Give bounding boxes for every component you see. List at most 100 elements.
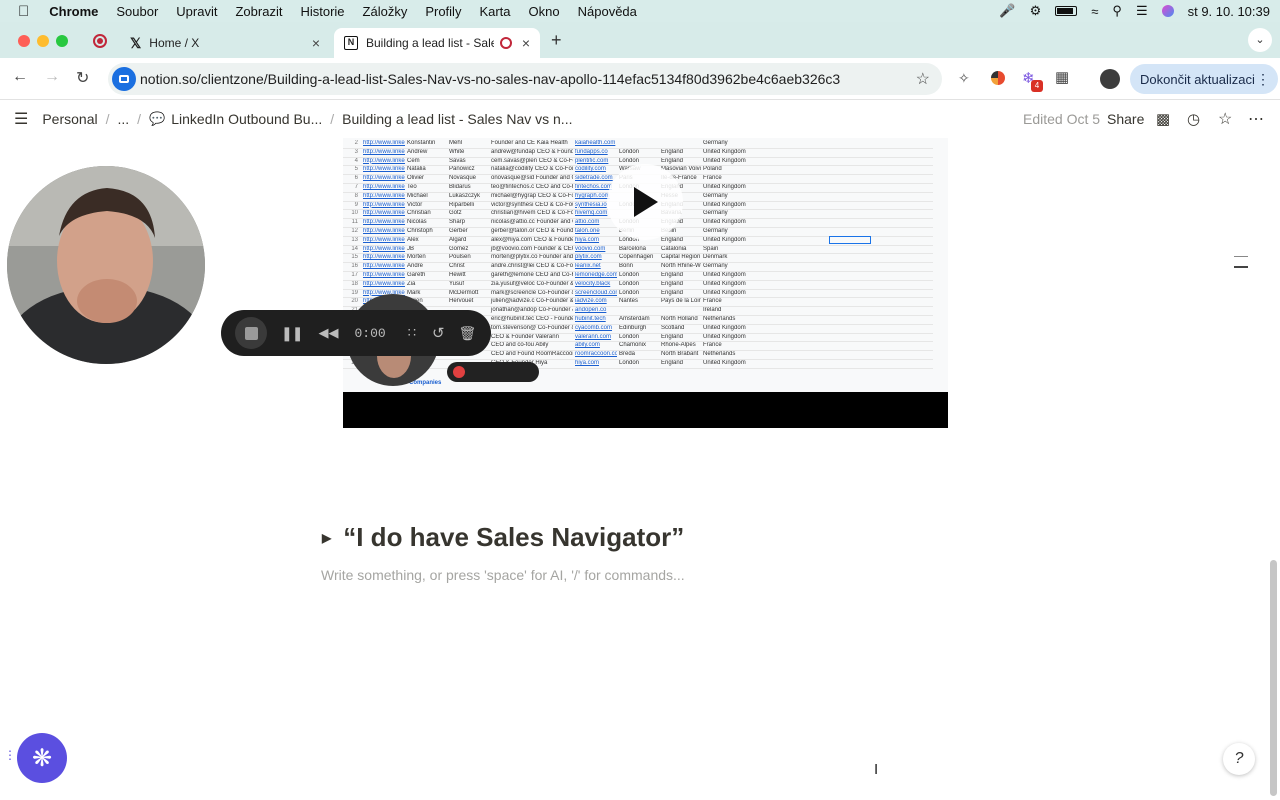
sidebar-menu-icon[interactable]: ☰ <box>14 109 28 129</box>
drag-handle-icon[interactable]: ∷ <box>408 325 416 341</box>
sheet-cell: Konstantin <box>407 140 436 146</box>
scrollbar[interactable] <box>1270 560 1277 796</box>
sheet-row: 16 http://www.linkec Andre Christ andre.chri… <box>343 263 933 272</box>
menu-soubor[interactable]: Soubor <box>116 4 158 19</box>
menu-historie[interactable]: Historie <box>300 4 344 19</box>
close-window-button[interactable] <box>18 35 30 47</box>
siri-icon[interactable] <box>1161 5 1174 17</box>
sheet-cell: velocity.black <box>575 280 611 287</box>
webcam-bubble[interactable] <box>7 166 205 364</box>
sheet-cell: England <box>661 236 684 243</box>
more-options-icon[interactable]: ⋯ <box>1248 109 1264 129</box>
sheet-row: 14 http://www.linkec JB Gomez jb@voovio.com … <box>343 246 933 255</box>
breadcrumb-separator: / <box>105 111 110 127</box>
help-button[interactable]: ? <box>1223 743 1255 775</box>
sheet-cell: http://www.linkec <box>363 236 405 243</box>
sheet-cell: London <box>619 148 640 155</box>
share-button[interactable]: Share <box>1107 111 1144 127</box>
edited-timestamp: Edited Oct 5 <box>1023 111 1101 127</box>
favorite-star-icon[interactable]: ☆ <box>1218 109 1232 129</box>
restart-icon[interactable]: ↺ <box>432 324 445 342</box>
sheet-cell: 19 <box>351 289 358 296</box>
sheet-cell: http://www.linkec <box>363 245 405 252</box>
sheet-cell: United Kingdom <box>703 324 746 331</box>
tab-title: Building a lead list - Sales <box>366 36 494 50</box>
reload-icon[interactable]: ↻ <box>76 68 89 88</box>
bookmark-star-icon[interactable]: ☆ <box>916 69 930 89</box>
menu-karta[interactable]: Karta <box>479 4 510 19</box>
sheet-cell: London <box>619 333 640 340</box>
sheet-cell: Gomez <box>449 245 469 252</box>
sheet-row: 19 http://www.linkec Mark McDermott mark@scr… <box>343 290 933 299</box>
sheet-cell: Savas <box>449 157 466 164</box>
control-center-icon[interactable]: ☰ <box>1136 3 1148 19</box>
new-tab-button[interactable]: + <box>551 30 562 51</box>
sheet-cell: 2 <box>354 140 358 146</box>
microphone-icon[interactable]: 🎤 <box>999 3 1015 19</box>
tab-building-lead-list[interactable]: N Building a lead list - Sales × <box>334 28 540 58</box>
breadcrumb-ellipsis[interactable]: ... <box>118 111 130 127</box>
menu-zobrazit[interactable]: Zobrazit <box>235 4 282 19</box>
sheet-cell: Pays de la Loire <box>661 298 701 305</box>
sheet-row: 17 http://www.linkec Gareth Hewitt gareth@le… <box>343 272 933 281</box>
comments-icon[interactable]: ▩ <box>1156 110 1170 128</box>
tab-search-chevron-icon[interactable]: ⌄ <box>1248 28 1272 52</box>
extensions-puzzle-icon[interactable]: ▦ <box>1055 68 1069 86</box>
sheet-cell: julien@iadvize.c Co-Founder & C iAdvize <box>491 298 573 305</box>
history-clock-icon[interactable]: ◷ <box>1187 110 1200 128</box>
apple-icon[interactable]:  <box>18 3 29 20</box>
update-chrome-button[interactable]: Dokončit aktualizaci ⋮ <box>1130 64 1278 94</box>
maximize-window-button[interactable] <box>56 35 68 47</box>
recording-indicator-icon[interactable] <box>93 34 107 48</box>
sheet-cell: Christian <box>407 210 431 217</box>
empty-block-placeholder[interactable]: Write something, or press 'space' for AI… <box>321 567 685 583</box>
stop-recording-button[interactable] <box>235 317 267 349</box>
sheet-cell: talon.one <box>575 228 600 234</box>
camera-permission-icon[interactable] <box>112 67 136 91</box>
sheet-cell: CEO and co-fou Abily <box>491 342 549 349</box>
tab-home-x[interactable]: 𝕏 Home / X × <box>120 28 330 58</box>
minimize-window-button[interactable] <box>37 35 49 47</box>
sheet-cell: leanix.net <box>575 263 601 270</box>
menu-napoveda[interactable]: Nápověda <box>578 4 637 19</box>
floating-loom-button[interactable]: ❋ <box>17 733 67 783</box>
delete-trash-icon[interactable]: 🗑 <box>459 325 477 342</box>
wifi-icon[interactable]: ≈ <box>1091 4 1098 19</box>
sheet-cell: onovasque@sid Founder and CE Sidetrade <box>491 175 573 182</box>
sheet-cell: fundapps.co <box>575 148 608 155</box>
breadcrumb-linkedin-outbound[interactable]: LinkedIn Outbound Bu... <box>171 111 322 127</box>
profile-avatar[interactable] <box>1100 69 1120 89</box>
toggle-triangle-icon[interactable]: ▶ <box>322 531 331 545</box>
pause-icon[interactable]: ❚❚ <box>281 325 303 342</box>
gear-status-icon[interactable]: ⚙ <box>1030 3 1042 19</box>
play-video-button[interactable] <box>607 164 683 240</box>
sheet-cell: London <box>619 280 640 287</box>
rewind-icon[interactable]: ◀◀ <box>318 325 338 341</box>
battery-icon[interactable] <box>1055 6 1078 16</box>
sheet-cell: mark@screencle Co-Founder & C ScreenClou… <box>491 289 573 296</box>
page-outline-icon[interactable] <box>1234 256 1248 268</box>
menu-app-chrome[interactable]: Chrome <box>49 4 98 19</box>
toggle-heading[interactable]: ▶ “I do have Sales Navigator” <box>322 522 684 553</box>
sheet-cell: eric@hubinit.tec CEO - Founder hubinit <box>491 316 573 322</box>
extension-bird-icon[interactable]: ✧ <box>958 70 970 87</box>
sheet-cell: 11 <box>351 219 358 226</box>
embedded-video[interactable]: 2 http://www.linkec Konstantin Mehl Founder … <box>343 138 948 428</box>
extension-circle-icon[interactable] <box>991 71 1005 85</box>
menu-okno[interactable]: Okno <box>529 4 560 19</box>
close-tab-icon[interactable]: × <box>312 35 320 51</box>
menu-profily[interactable]: Profily <box>425 4 461 19</box>
address-bar[interactable]: notion.so/clientzone/Building-a-lead-lis… <box>108 63 942 95</box>
clock[interactable]: st 9. 10. 10:39 <box>1188 4 1270 19</box>
menu-zalozky[interactable]: Záložky <box>363 4 408 19</box>
back-arrow-icon[interactable]: ← <box>12 68 28 86</box>
sheet-cell: iadvize.com <box>575 298 607 305</box>
close-tab-icon[interactable]: × <box>522 35 530 51</box>
forward-arrow-icon[interactable]: → <box>44 68 60 86</box>
sheet-cell: Copenhagen <box>619 254 654 261</box>
search-icon[interactable]: ⚲ <box>1112 3 1122 19</box>
breadcrumb-personal[interactable]: Personal <box>42 111 97 127</box>
more-vertical-icon[interactable]: ⋮ <box>1256 71 1270 88</box>
breadcrumb-current-page[interactable]: Building a lead list - Sales Nav vs n... <box>342 111 572 127</box>
menu-upravit[interactable]: Upravit <box>176 4 217 19</box>
